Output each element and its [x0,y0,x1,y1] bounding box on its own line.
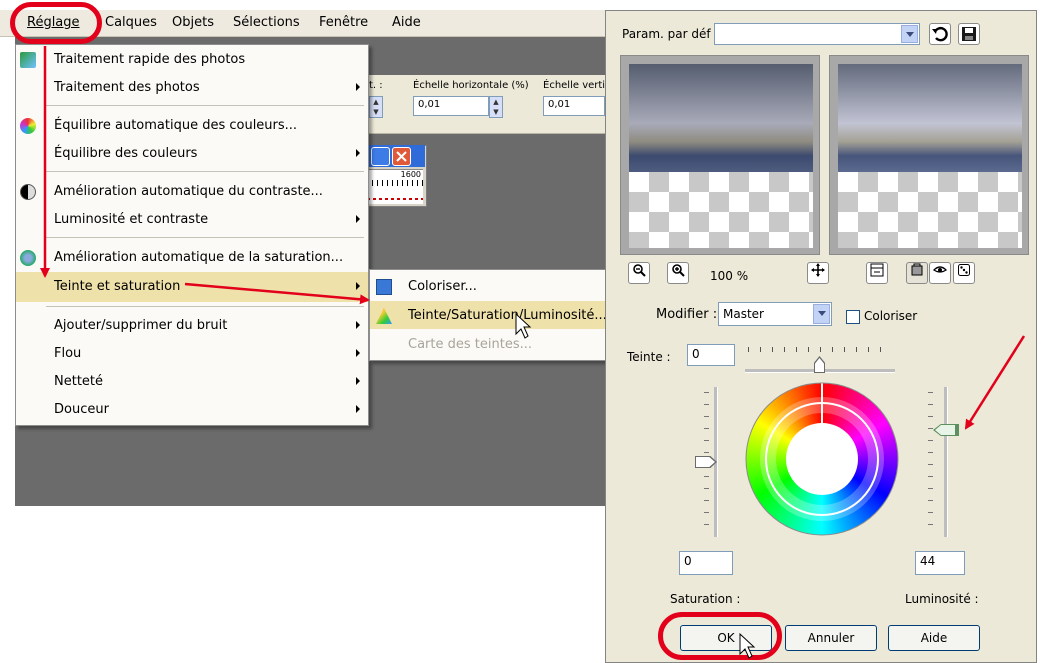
arrow-teinte-to-submenu [184,282,370,305]
mouse-cursor-icon [515,312,532,339]
annotation-arrows [40,46,1026,659]
arrow-to-luminosity-slider [964,335,1026,430]
mouse-cursor-icon [739,632,756,659]
